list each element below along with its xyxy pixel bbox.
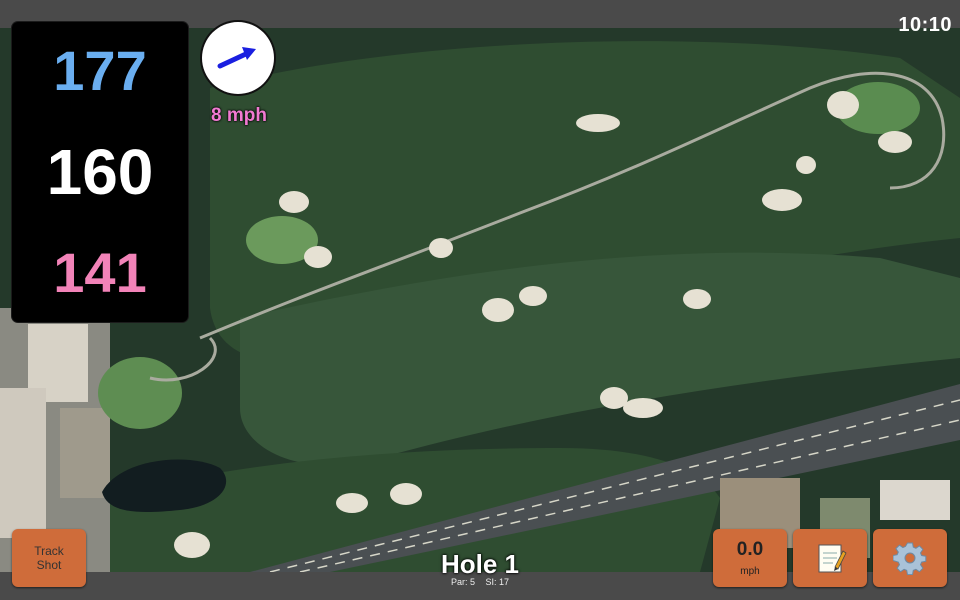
gear-icon — [893, 542, 927, 575]
track-shot-label-line2: Shot — [36, 558, 62, 572]
settings-button[interactable] — [873, 529, 947, 587]
hole-par: Par: 5 — [450, 577, 475, 587]
hole-stroke-index: SI: 17 — [485, 577, 510, 587]
back-distance: 177 — [53, 38, 147, 102]
wind-speed: 8 mph — [211, 105, 267, 126]
notepad-icon — [818, 544, 847, 573]
middle-distance: 160 — [46, 135, 154, 208]
arrow-icon — [217, 47, 256, 69]
hole-meta: Par: 5 SI: 17 — [400, 577, 560, 587]
hole-title[interactable]: Hole 1 — [400, 549, 560, 579]
distance-panel: 177 160 141 — [12, 22, 188, 322]
clock: 10:10 — [898, 14, 952, 36]
speed-button[interactable]: 0.0 mph — [713, 529, 787, 587]
wind-dial[interactable] — [202, 22, 274, 94]
track-shot-button[interactable]: Track Shot — [12, 529, 86, 587]
track-shot-label-line1: Track — [34, 544, 64, 558]
notes-button[interactable] — [793, 529, 867, 587]
front-distance: 141 — [53, 241, 147, 305]
speed-value: 0.0 — [736, 538, 764, 560]
speed-unit: mph — [740, 565, 760, 577]
